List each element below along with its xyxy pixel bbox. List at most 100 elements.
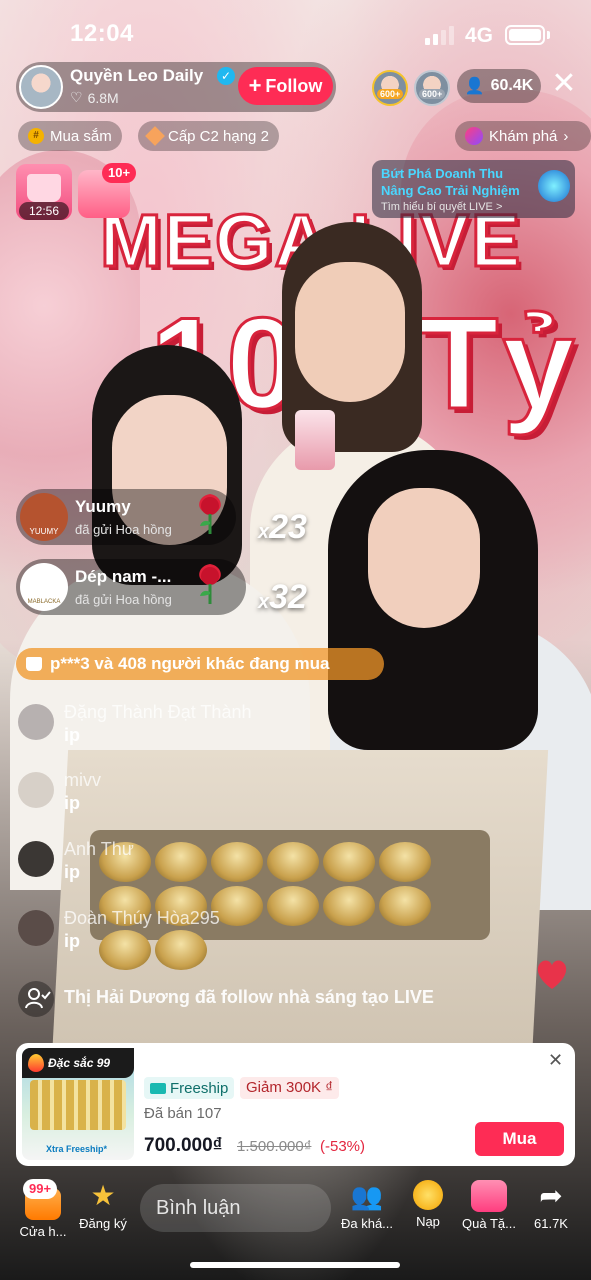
share-arrow-icon: ➦: [539, 1180, 563, 1211]
host-name[interactable]: Quyền Leo Daily: [70, 66, 203, 86]
shop-label: Cửa h...: [19, 1224, 67, 1239]
shopping-bag-icon: [27, 174, 61, 202]
jar: [155, 930, 207, 970]
rank-chip-label: Cấp C2 hạng 2: [168, 127, 269, 145]
product-title[interactable]: SN1160- Combo 50 Hũ Yến chưng 39% Mix...: [144, 1052, 524, 1073]
live-stream-screen: MEGA LIVE 100 Tỷ 12:04 4G Quyền Leo Dail…: [0, 0, 591, 1280]
commenter-name: Đoàn Thúy Hòa295: [64, 908, 220, 928]
top-viewer-avatar[interactable]: [372, 70, 408, 106]
rank-chip[interactable]: Cấp C2 hạng 2: [138, 121, 279, 151]
commenter-avatar[interactable]: [18, 910, 54, 946]
commenter-avatar[interactable]: [18, 704, 54, 740]
host-face: [295, 262, 405, 402]
rose-icon: [199, 564, 221, 604]
shop-badge: 99+: [23, 1179, 58, 1199]
featured-badge: Đặc sắc 99: [22, 1048, 134, 1078]
truck-icon: [150, 1082, 166, 1094]
freeship-label: Freeship: [170, 1079, 229, 1097]
top-viewer-badge: 600+: [377, 89, 404, 99]
gift-box-icon: [471, 1180, 507, 1212]
buying-text: p***3 và 408 người khác đang mua: [50, 654, 330, 673]
commenter-name: Anh Thư: [64, 839, 134, 859]
multi-guest-button[interactable]: 👥 Đa khá...: [336, 1180, 398, 1231]
discount-percent: (-53%): [320, 1138, 366, 1155]
gift-sender-avatar: YUUMY: [20, 493, 68, 541]
gift-count-value: 23: [269, 508, 307, 546]
comment-text: ip: [64, 725, 80, 745]
rose-icon: [199, 494, 221, 534]
jar: [323, 886, 375, 926]
close-icon[interactable]: ✕: [548, 1050, 563, 1071]
person-follow-icon: [18, 981, 54, 1017]
diamond-icon: [145, 126, 165, 146]
chevron-right-icon: ›: [563, 127, 569, 145]
comment-text: ip: [64, 931, 80, 951]
star-icon: ★: [90, 1180, 116, 1211]
gift-count: x23: [258, 508, 307, 546]
jar: [155, 842, 207, 882]
jar: [267, 842, 319, 882]
commenter-name: mivv: [64, 770, 101, 790]
topup-label: Nạp: [416, 1214, 440, 1229]
top-viewer-badge: 600+: [419, 89, 446, 99]
gift-button[interactable]: Quà Tặ...: [458, 1180, 520, 1231]
comment-input[interactable]: [140, 1184, 331, 1232]
host-likes-count: 6.8M: [87, 89, 119, 106]
host-avatar[interactable]: [19, 65, 63, 109]
home-indicator: [190, 1262, 400, 1268]
close-icon[interactable]: ✕: [550, 69, 578, 100]
verified-icon: ✓: [217, 67, 235, 85]
follow-notification: Thị Hải Dương đã follow nhà sáng tạo LIV…: [64, 987, 434, 1007]
person-icon: 👤: [464, 78, 485, 95]
buy-button[interactable]: Mua: [475, 1122, 564, 1156]
hashtag-icon: #: [28, 128, 44, 144]
cart-badge: 10+: [102, 163, 137, 183]
freeship-tag: Freeship: [144, 1077, 235, 1099]
promo-badge-icon: [538, 170, 570, 202]
viewer-count: 60.4K: [490, 77, 534, 94]
sold-count: Đã bán 107: [144, 1105, 222, 1122]
explore-icon: [465, 127, 483, 145]
original-price: 1.500.000₫: [237, 1138, 312, 1155]
topup-button[interactable]: Nạp: [397, 1180, 459, 1229]
discount-tag: Giảm 300K ₫: [240, 1077, 339, 1099]
share-button[interactable]: ➦ 61.7K: [520, 1180, 582, 1231]
gift-sender-avatar: MABLACKA: [20, 563, 68, 611]
promo-line1: Bứt Phá Doanh Thu: [381, 166, 504, 181]
battery-cap: [547, 31, 550, 39]
shopping-chip[interactable]: # Mua sắm: [18, 121, 122, 151]
follow-button[interactable]: + Follow: [238, 67, 333, 105]
featured-badge-label: Đặc sắc 99: [48, 1056, 111, 1070]
shopping-chip-label: Mua sắm: [50, 127, 112, 145]
commenter-avatar[interactable]: [18, 772, 54, 808]
top-viewer-avatar[interactable]: [414, 70, 450, 106]
gift-sender-name: Dép nam -...: [75, 567, 172, 586]
bag-timer: 12:56: [19, 202, 69, 220]
heart-outline-icon: ♡: [70, 89, 83, 105]
multi-guest-label: Đa khá...: [340, 1216, 394, 1231]
thumbnail-footer: Xtra Freeship*: [46, 1144, 108, 1154]
product-price: 700.000₫: [144, 1135, 223, 1156]
explore-chip-label: Khám phá: [489, 127, 558, 145]
heart-icon: [537, 960, 567, 989]
gift-label: Quà Tặ...: [462, 1216, 516, 1231]
explore-chip[interactable]: Khám phá ›: [455, 121, 591, 151]
network-label: 4G: [465, 24, 494, 47]
jar: [267, 886, 319, 926]
shopping-bag-icon: [26, 657, 42, 671]
status-time: 12:04: [70, 20, 134, 47]
multi-guest-icon: 👥: [350, 1181, 384, 1211]
comment-text: ip: [64, 862, 80, 882]
presenter-right-face: [368, 488, 480, 628]
promo-line3[interactable]: Tìm hiểu bí quyết LIVE >: [381, 201, 502, 213]
subscribe-button[interactable]: ★ Đăng ký: [72, 1180, 134, 1231]
commenter-avatar[interactable]: [18, 841, 54, 877]
signal-icon: [425, 26, 454, 45]
viewer-count-pill[interactable]: 👤 60.4K: [457, 69, 541, 103]
fire-icon: [28, 1054, 44, 1072]
commenter-name: Đặng Thành Đạt Thành: [64, 702, 252, 722]
host-likes: ♡ 6.8M: [70, 89, 119, 106]
gift-action: đã gửi Hoa hồng: [75, 592, 172, 607]
product-cup: [295, 410, 335, 470]
subscribe-label: Đăng ký: [79, 1216, 127, 1231]
